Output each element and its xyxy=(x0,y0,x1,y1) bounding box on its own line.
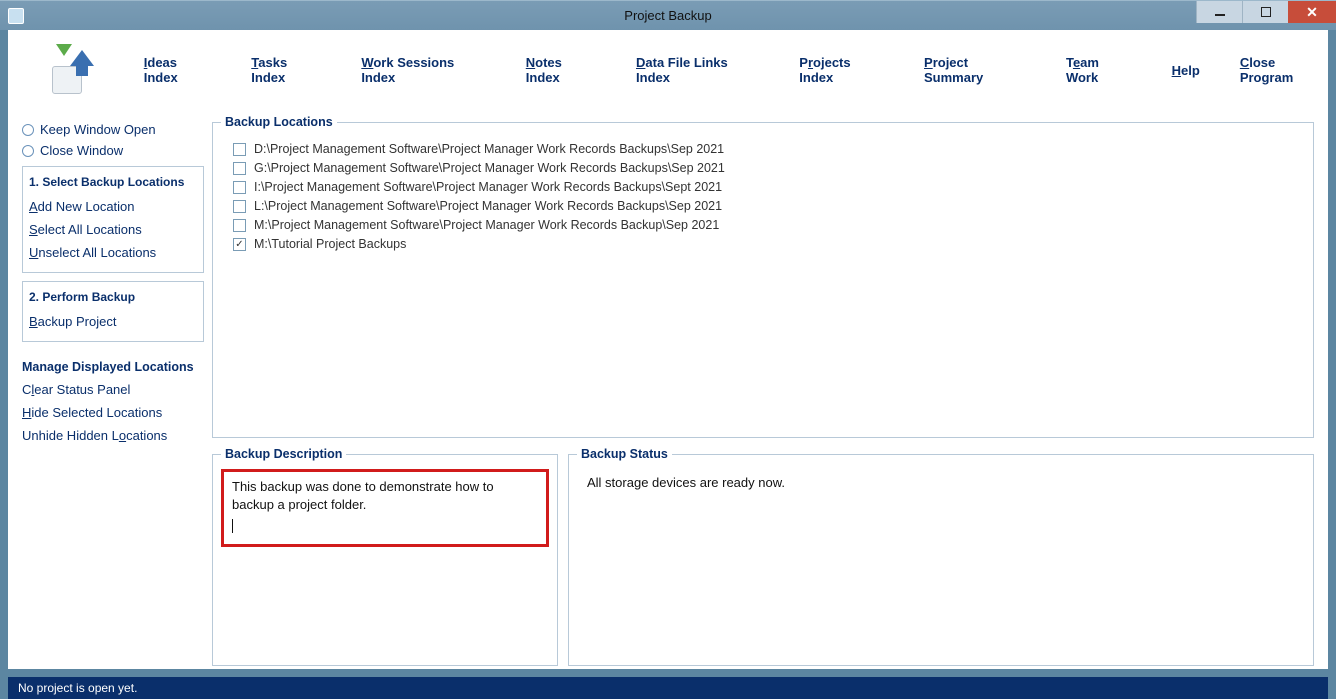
sidebar-group-title: 1. Select Backup Locations xyxy=(29,175,197,189)
menu-work-sessions-index[interactable]: Work Sessions Index xyxy=(361,55,485,85)
location-path: L:\Project Management Software\Project M… xyxy=(254,199,722,213)
sidebar-clear-status-panel[interactable]: Clear Status Panel xyxy=(22,378,204,401)
text-cursor xyxy=(232,519,233,533)
location-row[interactable]: I:\Project Management Software\Project M… xyxy=(233,180,1303,194)
group-backup-locations: Backup Locations D:\Project Management S… xyxy=(212,122,1314,438)
locations-list: D:\Project Management Software\Project M… xyxy=(223,142,1303,251)
minimize-icon xyxy=(1215,14,1225,16)
sidebar-unhide-hidden-locations[interactable]: Unhide Hidden Locations xyxy=(22,424,204,447)
radio-icon xyxy=(22,145,34,157)
backup-icon xyxy=(48,46,94,94)
statusbar: No project is open yet. xyxy=(8,677,1328,699)
location-row[interactable]: G:\Project Management Software\Project M… xyxy=(233,161,1303,175)
maximize-button[interactable] xyxy=(1242,1,1288,23)
location-row[interactable]: M:\Project Management Software\Project M… xyxy=(233,218,1303,232)
checkbox-icon xyxy=(233,181,246,194)
sidebar-unselect-all-locations[interactable]: Unselect All Locations xyxy=(29,241,197,264)
menu-notes-index[interactable]: Notes Index xyxy=(526,55,596,85)
sidebar-add-new-location[interactable]: Add New Location xyxy=(29,195,197,218)
location-path: G:\Project Management Software\Project M… xyxy=(254,161,725,175)
statusbar-text: No project is open yet. xyxy=(18,681,137,695)
location-path: I:\Project Management Software\Project M… xyxy=(254,180,722,194)
toolbar: Ideas Index Tasks Index Work Sessions In… xyxy=(8,30,1328,110)
group-backup-description: Backup Description This backup was done … xyxy=(212,454,558,666)
sidebar-backup-project[interactable]: Backup Project xyxy=(29,310,197,333)
menu-project-summary[interactable]: Project Summary xyxy=(924,55,1026,85)
menu-ideas-index[interactable]: Ideas Index xyxy=(144,55,212,85)
sidebar-group-select-locations: 1. Select Backup Locations Add New Locat… xyxy=(22,166,204,273)
checkbox-icon xyxy=(233,200,246,213)
checkbox-icon xyxy=(233,143,246,156)
location-row[interactable]: ✓ M:\Tutorial Project Backups xyxy=(233,237,1303,251)
menu-projects-index[interactable]: Projects Index xyxy=(799,55,884,85)
description-text: This backup was done to demonstrate how … xyxy=(232,479,494,512)
location-path: D:\Project Management Software\Project M… xyxy=(254,142,724,156)
menu-close-program[interactable]: Close Program xyxy=(1240,55,1328,85)
sidebar-group-title: 2. Perform Backup xyxy=(29,290,197,304)
menu-data-file-links-index[interactable]: Data File Links Index xyxy=(636,55,759,85)
menu-team-work[interactable]: Team Work xyxy=(1066,55,1132,85)
minimize-button[interactable] xyxy=(1196,1,1242,23)
location-path: M:\Tutorial Project Backups xyxy=(254,237,406,251)
description-textarea[interactable]: This backup was done to demonstrate how … xyxy=(221,469,549,547)
titlebar: Project Backup ✕ xyxy=(0,0,1336,30)
content-area: Ideas Index Tasks Index Work Sessions In… xyxy=(8,30,1328,669)
status-text: All storage devices are ready now. xyxy=(579,469,1303,496)
group-legend: Backup Status xyxy=(577,447,672,461)
window-controls: ✕ xyxy=(1196,1,1336,23)
maximize-icon xyxy=(1261,7,1271,17)
location-row[interactable]: L:\Project Management Software\Project M… xyxy=(233,199,1303,213)
radio-close-window[interactable]: Close Window xyxy=(22,143,204,158)
checkbox-icon xyxy=(233,219,246,232)
menu-help[interactable]: Help xyxy=(1172,63,1200,78)
group-backup-status: Backup Status All storage devices are re… xyxy=(568,454,1314,666)
sidebar-select-all-locations[interactable]: Select All Locations xyxy=(29,218,197,241)
checkbox-icon xyxy=(233,162,246,175)
group-legend: Backup Locations xyxy=(221,115,337,129)
app-icon xyxy=(8,8,24,24)
sidebar: Keep Window Open Close Window 1. Select … xyxy=(22,122,204,447)
sidebar-group-perform-backup: 2. Perform Backup Backup Project xyxy=(22,281,204,342)
sidebar-hide-selected-locations[interactable]: Hide Selected Locations xyxy=(22,401,204,424)
location-row[interactable]: D:\Project Management Software\Project M… xyxy=(233,142,1303,156)
radio-icon xyxy=(22,124,34,136)
group-legend: Backup Description xyxy=(221,447,346,461)
close-icon: ✕ xyxy=(1306,5,1318,19)
location-path: M:\Project Management Software\Project M… xyxy=(254,218,719,232)
radio-keep-window-open[interactable]: Keep Window Open xyxy=(22,122,204,137)
menu-tasks-index[interactable]: Tasks Index xyxy=(251,55,321,85)
close-button[interactable]: ✕ xyxy=(1288,1,1336,23)
window-title: Project Backup xyxy=(0,8,1336,23)
sidebar-manage-heading: Manage Displayed Locations xyxy=(22,360,204,374)
checkbox-icon: ✓ xyxy=(233,238,246,251)
